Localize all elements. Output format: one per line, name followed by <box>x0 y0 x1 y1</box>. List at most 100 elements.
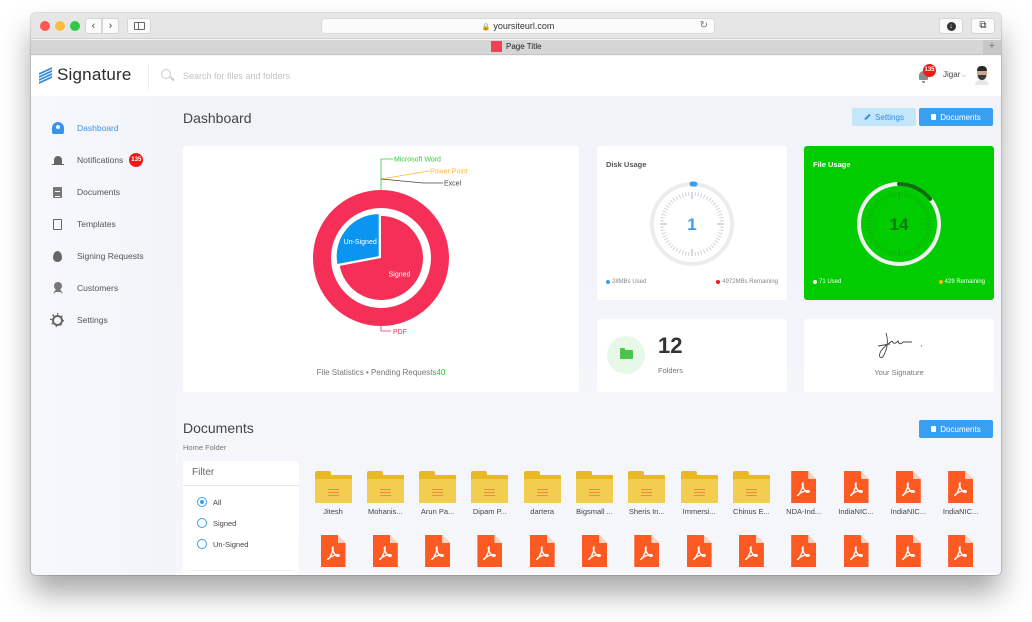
gauge-tick <box>924 210 929 213</box>
folder-item[interactable]: Bigsmall ... <box>571 471 619 516</box>
forward-button[interactable]: › <box>102 18 119 34</box>
gauge-tick <box>661 213 666 216</box>
tabs-overview-button[interactable]: ⧉ <box>971 18 995 34</box>
pie-label-power-point: Power Point <box>430 169 468 176</box>
pdf-file-item[interactable] <box>309 535 357 567</box>
page-title: Dashboard <box>183 110 252 126</box>
gauge-tick <box>879 197 883 202</box>
folder-item[interactable]: Jitesh <box>309 471 357 516</box>
sidebar-item-signing-requests[interactable]: Signing Requests <box>52 248 144 264</box>
pdf-file-item[interactable] <box>937 535 985 567</box>
folder-item[interactable]: dartera <box>518 471 566 516</box>
sidebar-toggle-button[interactable] <box>127 18 151 34</box>
documents-button[interactable]: Documents <box>919 108 993 126</box>
gauge-tick <box>708 246 712 251</box>
gauge-tick <box>879 246 883 251</box>
sidebar-item-dashboard[interactable]: Dashboard <box>52 120 119 136</box>
pdf-file-item[interactable] <box>832 535 880 567</box>
gauge-tick <box>868 213 873 216</box>
gauge-tick <box>717 235 722 238</box>
pdf-file-item[interactable] <box>884 535 932 567</box>
minimize-window-button[interactable] <box>55 21 65 31</box>
gear-icon <box>52 314 63 326</box>
leader-line <box>380 170 430 180</box>
pdf-file-item[interactable] <box>361 535 409 567</box>
pdf-file-item[interactable] <box>675 535 723 567</box>
pdf-file-item[interactable]: IndiaNIC... <box>832 471 880 516</box>
main-content: Dashboard Settings Documents Signed Un-Si… <box>176 96 1001 575</box>
pdf-icon <box>843 535 869 567</box>
folders-card[interactable]: 12 Folders <box>597 319 787 392</box>
sidebar-item-label: Customers <box>77 283 119 293</box>
maximize-window-button[interactable] <box>70 21 80 31</box>
file-remaining-legend: 429 Remaining <box>938 279 985 285</box>
folder-icon <box>523 471 561 503</box>
sidebar-item-label: Signing Requests <box>77 251 144 261</box>
file-name: Chinus E... <box>733 507 770 516</box>
reload-icon[interactable]: ↻ <box>700 19 708 33</box>
folder-item[interactable]: Sheris In... <box>623 471 671 516</box>
settings-button[interactable]: Settings <box>852 108 916 126</box>
pdf-icon <box>895 471 921 503</box>
sidebar-item-customers[interactable]: Customers <box>52 280 118 296</box>
close-window-button[interactable] <box>40 21 50 31</box>
notification-badge: 135 <box>923 64 936 77</box>
pdf-file-item[interactable] <box>466 535 514 567</box>
file-name: Bigsmall ... <box>576 507 613 516</box>
gauge-tick <box>907 193 910 198</box>
sidebar-item-notifications[interactable]: Notifications 135 <box>52 152 144 168</box>
search-input[interactable] <box>183 71 483 81</box>
filter-radio-unsigned[interactable]: Un-Signed <box>197 539 248 549</box>
new-tab-button[interactable]: + <box>983 40 1001 54</box>
pdf-file-item[interactable]: IndiaNIC... <box>884 471 932 516</box>
folder-item[interactable]: Dipam P... <box>466 471 514 516</box>
tab-active[interactable]: Page Title <box>491 41 542 53</box>
pdf-file-item[interactable] <box>571 535 619 567</box>
gauge-tick <box>667 242 672 246</box>
address-bar[interactable]: 🔒 yoursiteurl.com ↻ <box>321 18 715 34</box>
document-icon <box>53 186 62 198</box>
gauge-tick <box>714 240 719 244</box>
documents-button-secondary[interactable]: Documents <box>919 420 993 438</box>
pdf-file-item[interactable]: NDA-Ind... <box>780 471 828 516</box>
signature-card[interactable]: Your Signature <box>804 319 994 392</box>
pdf-icon <box>320 535 346 567</box>
folder-item[interactable]: Mohanis... <box>361 471 409 516</box>
file-name: Dipam P... <box>472 507 507 516</box>
sidebar-item-settings[interactable]: Settings <box>52 312 108 328</box>
pdf-file-item[interactable] <box>623 535 671 567</box>
downloads-button[interactable]: ↓ <box>939 18 963 34</box>
gauge-tick <box>716 207 720 211</box>
avatar[interactable] <box>974 65 990 85</box>
file-usage-gauge: 14 <box>857 182 941 266</box>
folder-item[interactable]: Chinus E... <box>727 471 775 516</box>
folder-item[interactable]: Immersi... <box>675 471 723 516</box>
gauge-tick <box>685 251 687 256</box>
sidebar-item-documents[interactable]: Documents <box>52 184 120 200</box>
back-button[interactable]: ‹ <box>85 18 102 34</box>
gauge-tick <box>867 229 872 231</box>
sidebar-item-templates[interactable]: Templates <box>52 216 116 232</box>
filter-radio-signed[interactable]: Signed <box>197 518 236 528</box>
gauge-tick <box>672 197 676 202</box>
notification-badge: 135 <box>129 153 144 167</box>
folder-item[interactable]: Arun Pa... <box>414 471 462 516</box>
pdf-icon <box>529 535 555 567</box>
gauge-tick <box>926 229 931 231</box>
filter-radio-all[interactable]: All <box>197 497 221 507</box>
pdf-icon <box>425 535 451 567</box>
gauge-tick <box>685 192 687 197</box>
gauge-tick <box>868 232 873 235</box>
logo[interactable]: Signature <box>39 65 132 85</box>
logo-text: Signature <box>57 65 132 84</box>
user-menu[interactable]: Jigar⌵ <box>943 70 966 80</box>
breadcrumb[interactable]: Home Folder <box>183 443 226 452</box>
pdf-file-item[interactable] <box>518 535 566 567</box>
pdf-icon <box>791 535 817 567</box>
pdf-file-item[interactable]: IndiaNIC... <box>937 471 985 516</box>
pdf-file-item[interactable] <box>727 535 775 567</box>
sidebar-item-label: Notifications <box>77 155 124 165</box>
pdf-file-item[interactable] <box>414 535 462 567</box>
gauge-tick <box>714 204 719 208</box>
pdf-file-item[interactable] <box>780 535 828 567</box>
